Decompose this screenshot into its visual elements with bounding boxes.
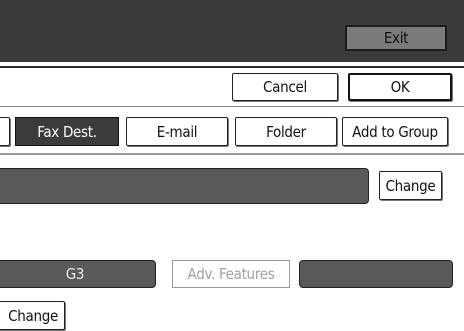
tabs-rule	[0, 153, 464, 155]
top-rule	[0, 66, 464, 68]
bottom-change-button[interactable]: Change	[0, 301, 65, 330]
tab-email[interactable]: E-mail	[126, 117, 228, 146]
adv-features-button[interactable]: Adv. Features	[172, 260, 290, 288]
line-g3-button[interactable]: G3	[0, 260, 156, 288]
features-display	[299, 260, 453, 288]
divider	[0, 106, 464, 107]
exit-button[interactable]: Exit	[345, 25, 447, 51]
ok-button[interactable]: OK	[348, 73, 452, 101]
tab-fax-dest[interactable]: Fax Dest.	[15, 117, 119, 146]
tab-folder[interactable]: Folder	[235, 117, 337, 146]
cancel-button[interactable]: Cancel	[232, 73, 338, 101]
fax-number-field[interactable]	[0, 168, 369, 204]
change-button[interactable]: Change	[379, 171, 442, 200]
title-bar: Exit	[0, 0, 464, 62]
tab-add-to-group[interactable]: Add to Group	[342, 117, 448, 146]
tab-partial[interactable]	[0, 117, 10, 146]
